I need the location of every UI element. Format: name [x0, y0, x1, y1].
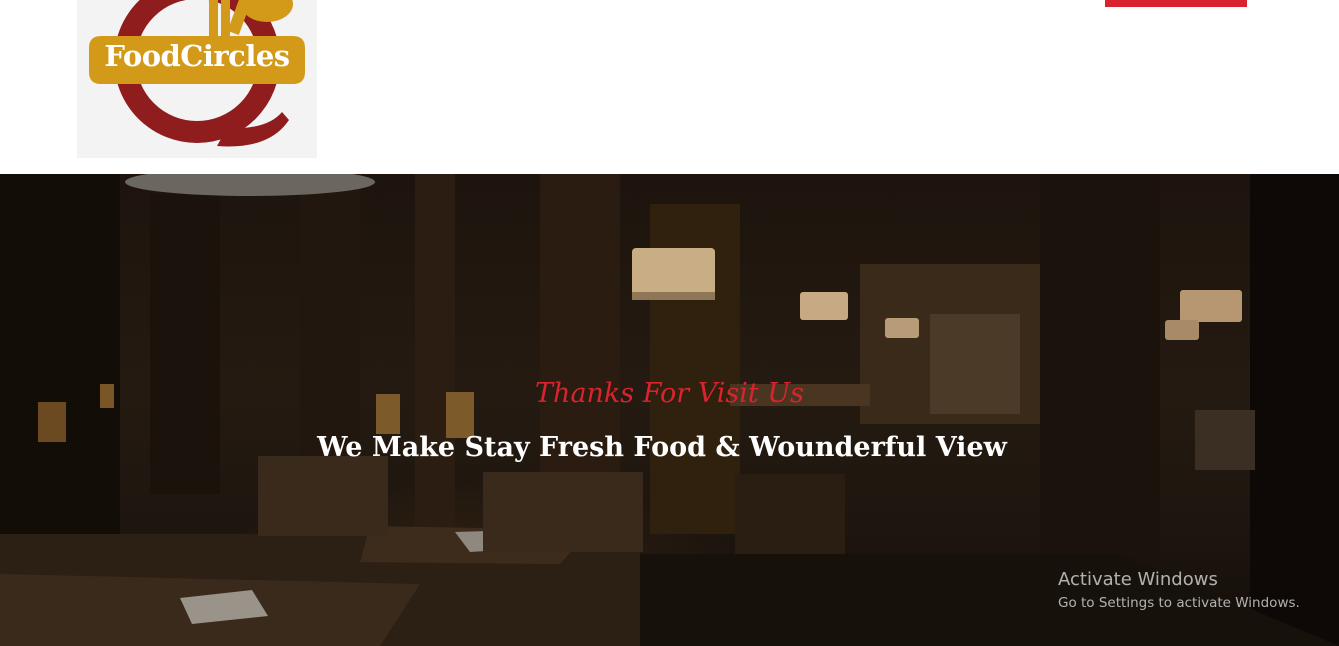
logo-wordmark: FoodCircles	[104, 39, 290, 73]
header-accent-bar[interactable]	[1105, 0, 1247, 7]
site-header: FoodCircles	[0, 0, 1339, 174]
activate-windows-title: Activate Windows	[1058, 569, 1218, 590]
activate-windows-subtitle: Go to Settings to activate Windows.	[1058, 595, 1300, 611]
logo-graphic	[89, 0, 305, 147]
site-logo[interactable]: FoodCircles	[77, 0, 317, 158]
activate-windows-watermark: Activate Windows Go to Settings to activ…	[1058, 569, 1300, 613]
hero-headline: We Make Stay Fresh Food & Wounderful Vie…	[317, 432, 1007, 463]
hero-subtitle: Thanks For Visit Us	[535, 378, 804, 409]
